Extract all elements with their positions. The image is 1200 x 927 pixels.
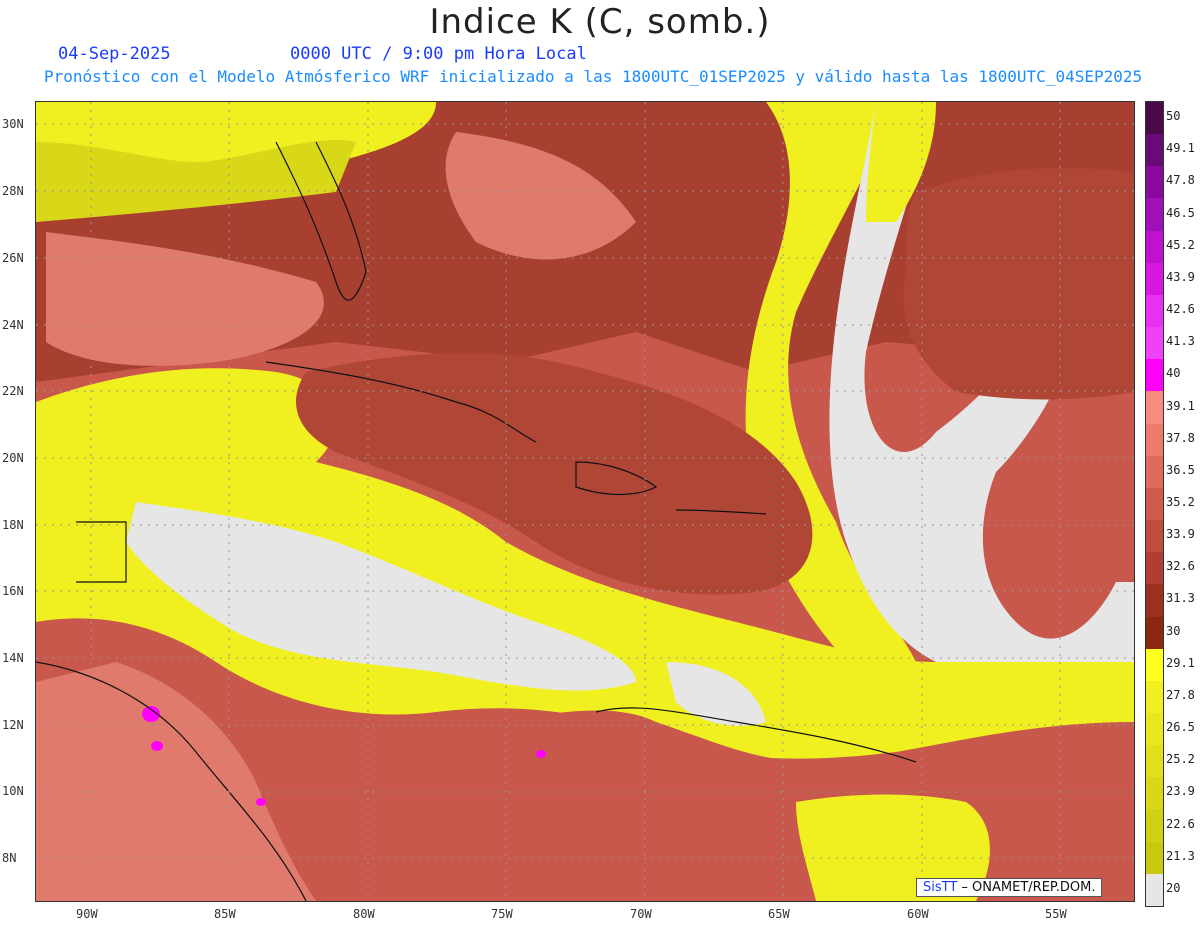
k-index-max-spot (256, 798, 266, 806)
colorbar-segment (1146, 487, 1163, 521)
lat-label: 24N (2, 318, 24, 332)
lon-label: 65W (768, 907, 790, 921)
colorbar-label: 37.8 (1166, 430, 1195, 445)
lat-label: 14N (2, 651, 24, 665)
lat-label: 16N (2, 584, 24, 598)
colorbar-label: 22.6 (1166, 816, 1195, 831)
colorbar-segment (1146, 391, 1163, 424)
colorbar-segment (1146, 712, 1163, 746)
lon-label: 85W (214, 907, 236, 921)
colorbar-segment (1146, 745, 1163, 778)
lon-label: 70W (630, 907, 652, 921)
colorbar-label: 25.2 (1166, 752, 1195, 767)
colorbar-label: 41.3 (1166, 334, 1195, 349)
colorbar-segment (1146, 262, 1163, 295)
map-title: Indice K (C, somb.) (429, 2, 771, 42)
forecast-time: 0000 UTC / 9:00 pm Hora Local (290, 44, 587, 64)
colorbar-label: 20 (1166, 880, 1181, 895)
colorbar-segment (1146, 680, 1163, 713)
colorbar-segment (1146, 359, 1163, 392)
k-index-region-dark (903, 168, 1134, 400)
lat-label: 8N (2, 851, 17, 865)
colorbar-label: 35.2 (1166, 495, 1195, 509)
colorbar-label: 39.1 (1166, 398, 1195, 413)
colorbar-segment (1146, 134, 1163, 167)
colorbar-segment (1146, 616, 1163, 649)
colorbar-label: 50 (1166, 109, 1181, 124)
colorbar-label: 49.1 (1166, 141, 1195, 156)
colorbar-segment (1146, 520, 1163, 553)
forecast-subtitle: Pronóstico con el Modelo Atmósferico WRF… (44, 67, 1143, 86)
credit-brand: SisTT (923, 880, 958, 895)
lat-label: 20N (2, 451, 24, 465)
lat-label: 26N (2, 251, 24, 265)
colorbar-segment (1146, 455, 1163, 488)
colorbar-segment (1146, 230, 1163, 263)
lat-label: 18N (2, 518, 24, 532)
forecast-date: 04-Sep-2025 (58, 44, 171, 64)
credit-badge: SisTT – ONAMET/REP.DOM. (916, 878, 1103, 897)
lon-label: 90W (76, 907, 98, 921)
colorbar-label: 40 (1166, 366, 1181, 381)
lon-label: 55W (1045, 907, 1067, 921)
colorbar-label: 29.1 (1166, 655, 1195, 670)
colorbar-segment (1146, 294, 1163, 328)
lon-label: 60W (907, 907, 929, 921)
colorbar-segment (1146, 777, 1163, 810)
colorbar-label: 46.5 (1166, 205, 1195, 220)
lat-label: 22N (2, 384, 24, 398)
k-index-max-spot (536, 750, 546, 758)
colorbar-segment (1146, 166, 1163, 199)
colorbar-label: 21.3 (1166, 848, 1195, 863)
colorbar-segment (1146, 841, 1163, 874)
map-canvas (36, 102, 1134, 901)
colorbar-label: 43.9 (1166, 269, 1195, 284)
colorbar-label: 27.8 (1166, 687, 1195, 702)
colorbar-segment (1146, 423, 1163, 456)
k-index-max-spot (151, 741, 163, 751)
colorbar-segment (1146, 198, 1163, 231)
colorbar-label: 26.5 (1166, 720, 1195, 735)
lat-label: 12N (2, 718, 24, 732)
k-index-map (35, 101, 1135, 902)
colorbar-segment (1146, 873, 1163, 906)
colorbar-label: 33.9 (1166, 527, 1195, 542)
colorbar-label: 23.9 (1166, 784, 1195, 799)
colorbar-segment (1146, 809, 1163, 842)
colorbar-label: 42.6 (1166, 302, 1195, 317)
colorbar-label: 47.8 (1166, 173, 1195, 188)
lat-label: 30N (2, 117, 24, 131)
colorbar-segment (1146, 327, 1163, 360)
lat-label: 10N (2, 784, 24, 798)
lon-label: 80W (353, 907, 375, 921)
colorbar-label: 31.3 (1166, 591, 1195, 606)
colorbar-label: 36.5 (1166, 462, 1195, 477)
colorbar-label: 45.2 (1166, 237, 1195, 252)
credit-org: – ONAMET/REP.DOM. (957, 880, 1096, 895)
lon-label: 75W (491, 907, 513, 921)
colorbar (1145, 101, 1164, 907)
colorbar-label: 32.6 (1166, 559, 1195, 574)
colorbar-segment (1146, 552, 1163, 585)
colorbar-segment (1146, 102, 1163, 135)
colorbar-segment (1146, 584, 1163, 617)
colorbar-label: 30 (1166, 623, 1181, 638)
colorbar-segment (1146, 648, 1163, 681)
lat-label: 28N (2, 184, 24, 198)
